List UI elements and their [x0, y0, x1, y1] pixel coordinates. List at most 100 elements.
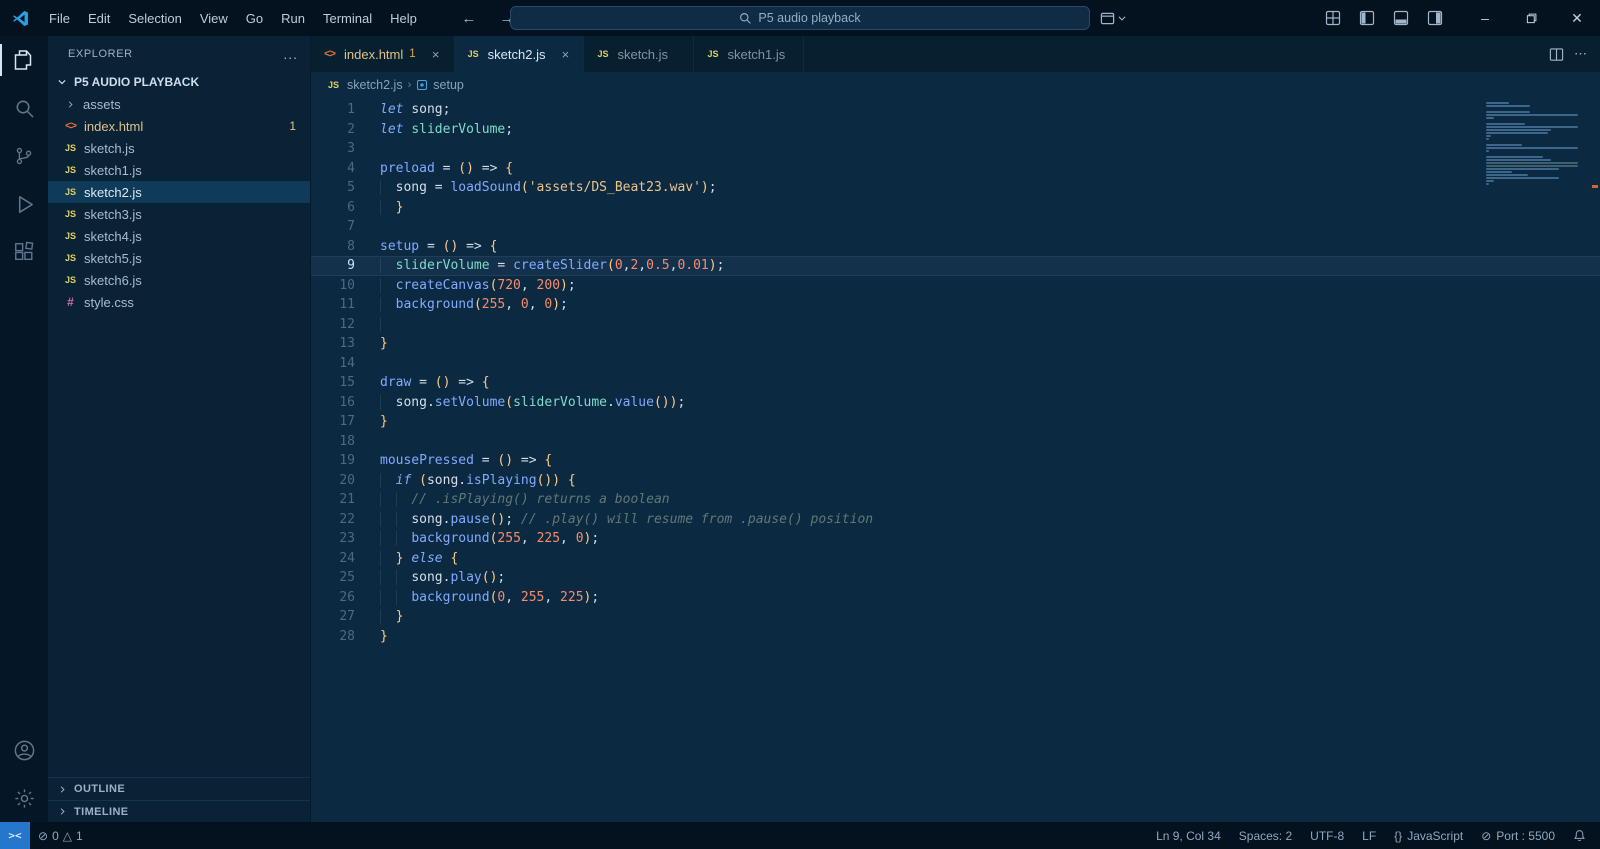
code-line-10[interactable]: 10 createCanvas(720, 200);	[311, 276, 1600, 296]
back-icon[interactable]: ←	[458, 10, 480, 27]
line-number[interactable]: 27	[311, 607, 355, 627]
line-number[interactable]: 9	[311, 256, 355, 276]
file-tree-item-sketch1.js[interactable]: JS sketch1.js	[48, 159, 310, 181]
split-editor-icon[interactable]	[1549, 47, 1564, 62]
live-server-port[interactable]: ⊘ Port : 5500	[1481, 829, 1555, 843]
cursor-position[interactable]: Ln 9, Col 34	[1156, 829, 1221, 843]
tab-sketch1.js[interactable]: JS sketch1.js	[694, 36, 805, 72]
command-center-search[interactable]: P5 audio playback	[510, 6, 1090, 30]
line-number[interactable]: 15	[311, 373, 355, 393]
code-line-11[interactable]: 11 background(255, 0, 0);	[311, 295, 1600, 315]
customize-layout-icon[interactable]	[1320, 5, 1346, 31]
code-line-12[interactable]: 12	[311, 315, 1600, 335]
line-number[interactable]: 22	[311, 510, 355, 530]
file-tree-item-sketch2.js[interactable]: JS sketch2.js	[48, 181, 310, 203]
code-line-15[interactable]: 15 draw = () => {	[311, 373, 1600, 393]
activitybar-run-debug-icon[interactable]	[0, 180, 48, 228]
line-number[interactable]: 17	[311, 412, 355, 432]
line-number[interactable]: 10	[311, 276, 355, 296]
line-number[interactable]: 23	[311, 529, 355, 549]
menu-run[interactable]: Run	[272, 5, 314, 31]
code-line-22[interactable]: 22 song.pause(); // .play() will resume …	[311, 510, 1600, 530]
file-tree-item-index.html[interactable]: <> index.html 1	[48, 115, 310, 137]
code-line-5[interactable]: 5 song = loadSound('assets/DS_Beat23.wav…	[311, 178, 1600, 198]
tab-sketch.js[interactable]: JS sketch.js	[584, 36, 695, 72]
code-line-23[interactable]: 23 background(255, 225, 0);	[311, 529, 1600, 549]
code-line-20[interactable]: 20 if (song.isPlaying()) {	[311, 471, 1600, 491]
code-line-26[interactable]: 26 background(0, 255, 225);	[311, 588, 1600, 608]
file-tree-item-sketch.js[interactable]: JS sketch.js	[48, 137, 310, 159]
breadcrumb-symbol[interactable]: setup	[433, 78, 464, 92]
sidebar-section-timeline[interactable]: TIMELINE	[48, 800, 310, 822]
encoding-status[interactable]: UTF-8	[1310, 829, 1344, 843]
problems-status[interactable]: ⊘ 0 △ 1	[30, 822, 91, 849]
code-line-16[interactable]: 16 song.setVolume(sliderVolume.value());	[311, 393, 1600, 413]
activitybar-account-icon[interactable]	[0, 726, 48, 774]
file-tree-item-style.css[interactable]: # style.css	[48, 291, 310, 313]
tab-close-icon[interactable]: ×	[428, 47, 444, 62]
indentation-status[interactable]: Spaces: 2	[1239, 829, 1292, 843]
line-number[interactable]: 2	[311, 120, 355, 140]
close-button[interactable]: ✕	[1554, 0, 1600, 36]
tab-close-icon[interactable]: ×	[557, 47, 573, 62]
code-line-14[interactable]: 14	[311, 354, 1600, 374]
file-tree-item-sketch4.js[interactable]: JS sketch4.js	[48, 225, 310, 247]
workspace-root-folder[interactable]: P5 AUDIO PLAYBACK	[48, 71, 310, 93]
notifications-bell[interactable]	[1573, 829, 1586, 842]
file-tree-item-assets[interactable]: assets	[48, 93, 310, 115]
line-number[interactable]: 20	[311, 471, 355, 491]
menu-selection[interactable]: Selection	[119, 5, 190, 31]
activitybar-search-icon[interactable]	[0, 84, 48, 132]
line-number[interactable]: 26	[311, 588, 355, 608]
remote-indicator[interactable]: ><	[0, 822, 30, 849]
toggle-secondary-sidebar-icon[interactable]	[1422, 5, 1448, 31]
activitybar-settings-icon[interactable]	[0, 774, 48, 822]
file-tree-item-sketch5.js[interactable]: JS sketch5.js	[48, 247, 310, 269]
file-tree-item-sketch3.js[interactable]: JS sketch3.js	[48, 203, 310, 225]
line-number[interactable]: 12	[311, 315, 355, 335]
code-line-19[interactable]: 19 mousePressed = () => {	[311, 451, 1600, 471]
menu-file[interactable]: File	[40, 5, 79, 31]
browser-preview-control[interactable]	[1100, 0, 1127, 36]
code-line-24[interactable]: 24 } else {	[311, 549, 1600, 569]
line-number[interactable]: 7	[311, 217, 355, 237]
line-number[interactable]: 11	[311, 295, 355, 315]
code-line-9[interactable]: 9 sliderVolume = createSlider(0,2,0.5,0.…	[311, 256, 1600, 276]
code-line-28[interactable]: 28}	[311, 627, 1600, 647]
line-number[interactable]: 1	[311, 100, 355, 120]
line-number[interactable]: 6	[311, 198, 355, 218]
line-number[interactable]: 28	[311, 627, 355, 647]
code-line-7[interactable]: 7	[311, 217, 1600, 237]
code-line-4[interactable]: 4 preload = () => {	[311, 159, 1600, 179]
code-line-2[interactable]: 2 let sliderVolume;	[311, 120, 1600, 140]
code-line-25[interactable]: 25 song.play();	[311, 568, 1600, 588]
language-mode[interactable]: {} JavaScript	[1394, 829, 1463, 843]
tab-sketch2.js[interactable]: JS sketch2.js ×	[454, 36, 585, 72]
more-actions-icon[interactable]: ⋯	[1574, 46, 1588, 62]
menu-terminal[interactable]: Terminal	[314, 5, 381, 31]
line-number[interactable]: 14	[311, 354, 355, 374]
sidebar-section-outline[interactable]: OUTLINE	[48, 778, 310, 800]
line-number[interactable]: 18	[311, 432, 355, 452]
line-number[interactable]: 4	[311, 159, 355, 179]
line-number[interactable]: 19	[311, 451, 355, 471]
tab-index.html[interactable]: <> index.html 1 ×	[311, 36, 455, 72]
explorer-more-actions-icon[interactable]: ...	[283, 46, 298, 62]
code-line-1[interactable]: 1 let song;	[311, 100, 1600, 120]
line-number[interactable]: 21	[311, 490, 355, 510]
code-line-27[interactable]: 27 }	[311, 607, 1600, 627]
toggle-primary-sidebar-icon[interactable]	[1354, 5, 1380, 31]
line-number[interactable]: 8	[311, 237, 355, 257]
code-line-8[interactable]: 8 setup = () => {	[311, 237, 1600, 257]
menu-help[interactable]: Help	[381, 5, 426, 31]
menu-go[interactable]: Go	[237, 5, 272, 31]
menu-edit[interactable]: Edit	[79, 5, 119, 31]
eol-status[interactable]: LF	[1362, 829, 1376, 843]
minimap[interactable]	[1486, 102, 1586, 186]
code-line-18[interactable]: 18	[311, 432, 1600, 452]
code-line-3[interactable]: 3	[311, 139, 1600, 159]
line-number[interactable]: 16	[311, 393, 355, 413]
activitybar-extensions-icon[interactable]	[0, 228, 48, 276]
line-number[interactable]: 13	[311, 334, 355, 354]
activitybar-explorer-icon[interactable]	[0, 36, 48, 84]
